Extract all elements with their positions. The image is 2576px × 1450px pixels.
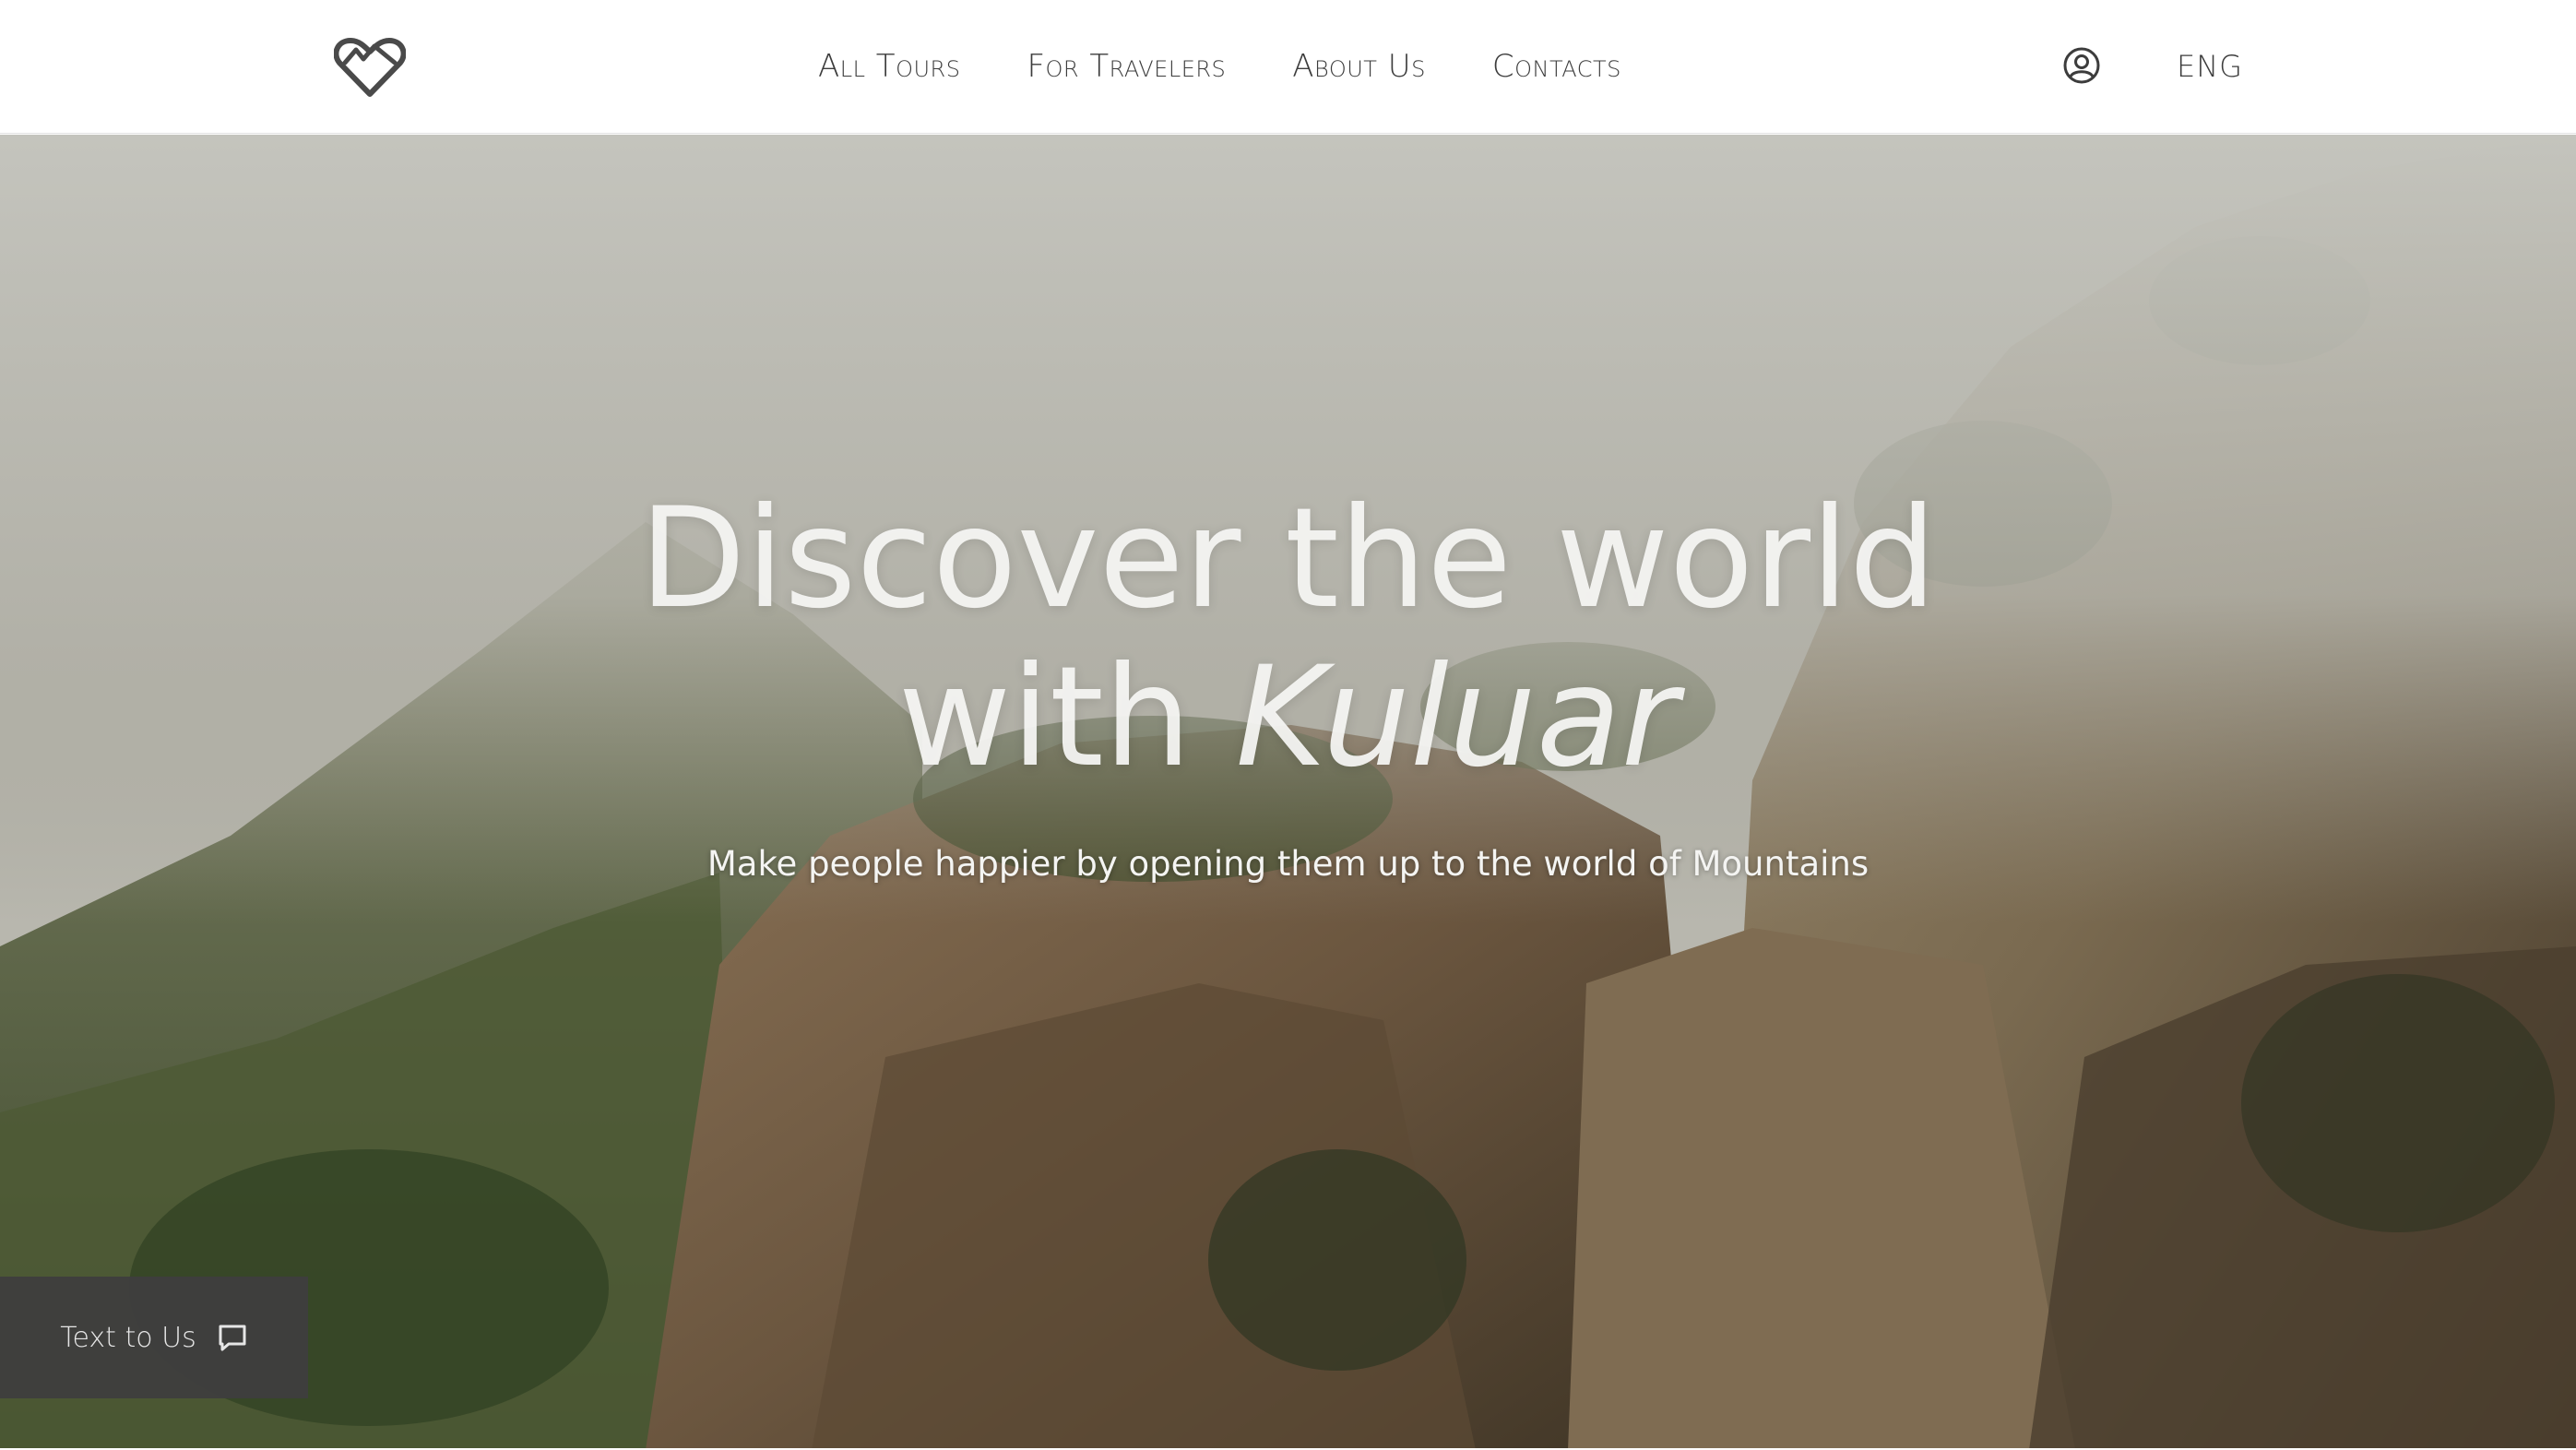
main-nav: All Tours For Travelers About Us Contact… bbox=[818, 48, 1621, 85]
nav-contacts[interactable]: Contacts bbox=[1492, 48, 1621, 85]
hero-title-prefix: with bbox=[897, 637, 1236, 798]
hero-subtitle: Make people happier by opening them up t… bbox=[706, 844, 1870, 884]
message-bubble-icon bbox=[219, 1325, 246, 1351]
logo[interactable] bbox=[333, 35, 407, 98]
page: All Tours For Travelers About Us Contact… bbox=[0, 0, 2576, 1450]
nav-all-tours[interactable]: All Tours bbox=[818, 48, 960, 85]
site-header: All Tours For Travelers About Us Contact… bbox=[0, 0, 2576, 134]
mountain-heart-logo-icon bbox=[333, 38, 407, 97]
account-button[interactable] bbox=[2062, 46, 2101, 85]
language-switcher[interactable]: ENG bbox=[2177, 48, 2243, 85]
hero-title-line1: Discover the world bbox=[639, 479, 1937, 639]
nav-for-travelers[interactable]: For Travelers bbox=[1027, 48, 1226, 85]
hero-title-brand: Kuluar bbox=[1235, 637, 1679, 798]
nav-about-us[interactable]: About Us bbox=[1292, 48, 1426, 85]
chat-label: Text to Us bbox=[60, 1321, 196, 1354]
hero-section: Discover the world with Kuluar Make peop… bbox=[0, 135, 2576, 1450]
hero-title: Discover the world with Kuluar bbox=[0, 480, 2576, 797]
text-to-us-button[interactable]: Text to Us bbox=[0, 1277, 308, 1398]
user-circle-icon bbox=[2063, 47, 2100, 84]
